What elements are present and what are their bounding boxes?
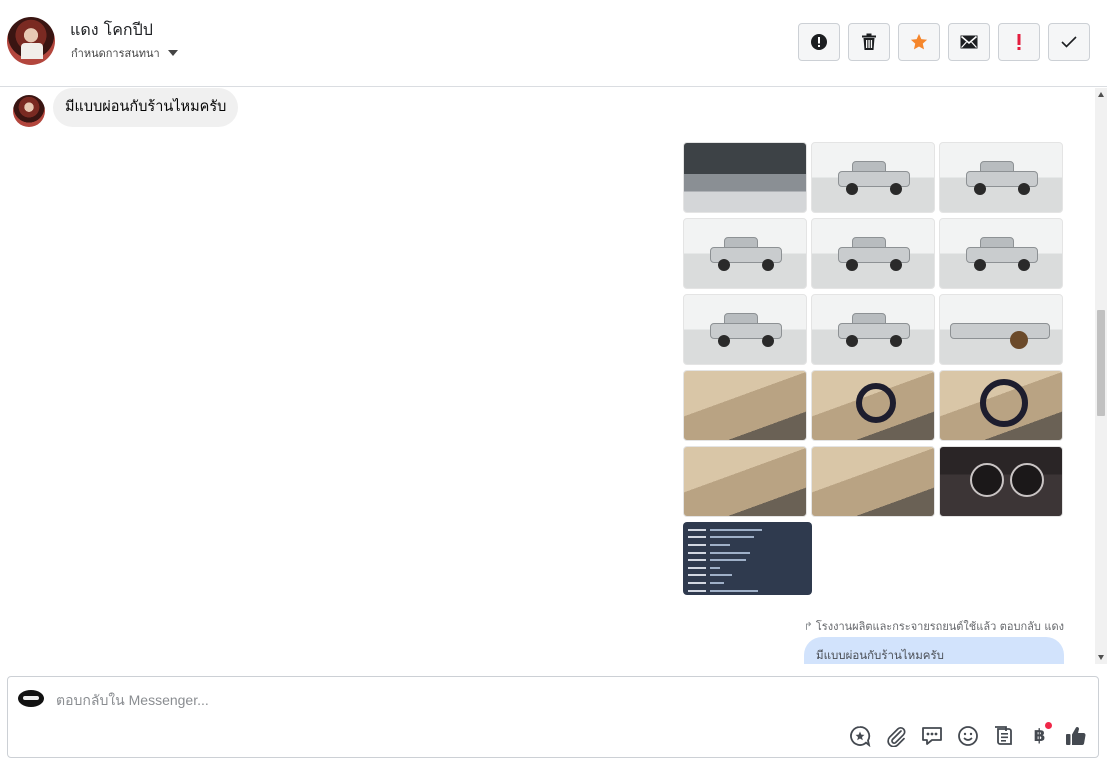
message-options-button[interactable]	[919, 724, 944, 748]
quoted-reply-bubble[interactable]: มีแบบผ่อนกับร้านไหมครับ	[804, 637, 1064, 664]
contact-avatar[interactable]	[7, 17, 55, 65]
chat-scrollbar[interactable]	[1095, 88, 1107, 664]
photo-thumbnail[interactable]	[811, 294, 935, 365]
photo-thumbnail[interactable]	[683, 218, 807, 289]
photo-thumbnail[interactable]	[683, 446, 807, 517]
mark-unread-button[interactable]	[948, 23, 990, 61]
check-icon	[1061, 36, 1077, 48]
caret-down-icon	[167, 50, 178, 56]
photo-thumbnail[interactable]	[811, 370, 935, 441]
photo-thumbnail[interactable]	[683, 370, 807, 441]
conversation-header: แดง โคกปีป กำหนดการสนทนา	[0, 0, 1107, 87]
conversation-settings-menu[interactable]: กำหนดการสนทนา	[71, 44, 178, 62]
like-icon	[1065, 727, 1086, 746]
composer-toolbar: ฿	[847, 722, 1088, 748]
payment-baht-icon: ฿	[1033, 726, 1046, 746]
envelope-icon	[960, 35, 978, 49]
attachment-icon	[886, 726, 906, 747]
delete-button[interactable]	[848, 23, 890, 61]
trash-icon	[862, 33, 876, 50]
mark-spam-button[interactable]	[798, 23, 840, 61]
photo-thumbnail[interactable]	[811, 446, 935, 517]
scrollbar-thumb[interactable]	[1097, 310, 1105, 416]
like-button[interactable]	[1063, 724, 1088, 748]
catalog-button[interactable]	[991, 724, 1016, 748]
message-thread[interactable]: มีแบบผ่อนกับร้านไหมครับ ↱ โรงงานผลิตและก…	[0, 88, 1095, 664]
photo-thumbnail[interactable]	[939, 294, 1063, 365]
emoji-button[interactable]	[955, 724, 980, 748]
photo-thumbnail[interactable]	[683, 142, 807, 213]
reply-attribution-text: โรงงานผลิตและกระจายรถยนต์ใช้แล้ว ตอบกลับ…	[815, 620, 1064, 633]
photo-thumbnail[interactable]	[683, 294, 807, 365]
photo-thumbnail[interactable]	[939, 446, 1063, 517]
star-icon	[910, 33, 928, 50]
conversation-actions	[798, 23, 1090, 61]
star-button[interactable]	[898, 23, 940, 61]
sender-avatar[interactable]	[13, 95, 45, 127]
payment-button[interactable]: ฿	[1027, 722, 1052, 748]
reply-attribution: ↱ โรงงานผลิตและกระจายรถยนต์ใช้แล้ว ตอบกล…	[804, 617, 1064, 635]
photo-thumbnail[interactable]	[939, 370, 1063, 441]
conversation-settings-label: กำหนดการสนทนา	[71, 47, 160, 60]
photo-thumbnail[interactable]	[939, 142, 1063, 213]
incoming-message-bubble[interactable]: มีแบบผ่อนกับร้านไหมครับ	[53, 88, 239, 127]
page-avatar	[18, 690, 44, 707]
photo-thumbnail[interactable]	[939, 218, 1063, 289]
reply-arrow-icon: ↱	[803, 619, 813, 633]
contact-name[interactable]: แดง โคกปีป	[70, 18, 153, 43]
reply-input[interactable]	[56, 690, 756, 710]
attach-file-button[interactable]	[883, 724, 908, 748]
spec-sheet-thumbnail[interactable]	[683, 522, 812, 595]
catalog-icon	[994, 726, 1012, 745]
mark-done-button[interactable]	[1048, 23, 1090, 61]
scroll-down-arrow[interactable]	[1098, 655, 1104, 660]
scroll-up-arrow[interactable]	[1098, 92, 1104, 97]
message-options-icon	[921, 727, 942, 745]
saved-reply-button[interactable]	[847, 724, 872, 748]
emoji-icon	[957, 726, 978, 746]
follow-up-button[interactable]	[998, 23, 1040, 61]
saved-reply-icon	[849, 726, 870, 747]
reply-composer: ฿	[7, 676, 1099, 758]
alert-circle-icon	[811, 34, 827, 50]
photo-thumbnail[interactable]	[811, 218, 935, 289]
photo-thumbnail[interactable]	[811, 142, 935, 213]
notification-dot	[1045, 722, 1052, 729]
exclamation-icon	[1017, 34, 1021, 50]
